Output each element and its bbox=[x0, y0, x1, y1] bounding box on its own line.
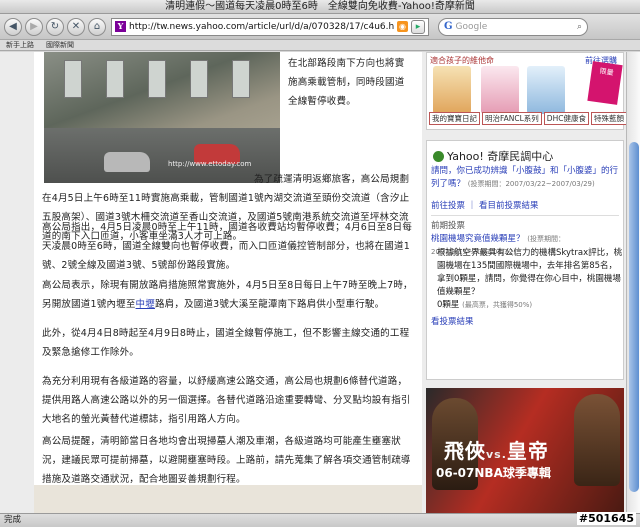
go-icon[interactable]: ▸ bbox=[411, 19, 425, 34]
previous-polls-label: 前期投票 bbox=[431, 221, 466, 231]
page-content: http://www.ettoday.com 在北部路段南下方向也將實施高乘載管… bbox=[0, 52, 626, 513]
product-image bbox=[527, 66, 565, 114]
poll-links: 前往投票 ｜ 看目前投票結果 bbox=[431, 199, 538, 211]
article-paragraph: 高公局指出，4月5日凌晨0時至上午11時，國道各收費站均暫停收費；4月6日至8日… bbox=[42, 222, 413, 271]
poll-title-text: Yahoo! 奇摩民調中心 bbox=[447, 150, 554, 163]
yahoo-favicon-icon: Y bbox=[115, 21, 126, 32]
rss-icon[interactable]: ◉ bbox=[397, 21, 408, 32]
ad-label[interactable]: 特殊藍顏 bbox=[590, 112, 626, 125]
inline-link-zhongli[interactable]: 中壢 bbox=[136, 299, 155, 310]
vote-link[interactable]: 前往投票 bbox=[431, 201, 465, 211]
previous-poll-result: 0顆星 (最高票，共獲得50%) bbox=[437, 299, 532, 312]
vitamin-ad[interactable]: 適合孩子的維他命 前往選購 限量 我的寶寶日記 明治FANCL系列 DHC健康食… bbox=[426, 52, 626, 130]
previous-poll-title-text[interactable]: 桃園機場究竟值幾顆星？ bbox=[431, 234, 525, 244]
sidebar: 適合孩子的維他命 前往選購 限量 我的寶寶日記 明治FANCL系列 DHC健康食… bbox=[426, 52, 626, 513]
window-title: 清明連假～國道每天凌晨0時至6時 全線雙向免收費-Yahoo!奇摩新聞 bbox=[0, 0, 640, 14]
result-value: 0顆星 bbox=[437, 300, 460, 310]
forward-arrow-icon[interactable]: ▶ bbox=[25, 17, 43, 36]
product-image bbox=[433, 66, 471, 114]
toll-station-photo: http://www.ettoday.com bbox=[44, 52, 280, 183]
ad-ribbon: 限量 bbox=[587, 61, 623, 105]
previous-poll-body: 根據航空界最具有公信力的機構Skytrax評比，桃園機場在135間國際機場中，去… bbox=[437, 248, 623, 297]
toll-booth bbox=[148, 60, 166, 98]
link-separator: ｜ bbox=[467, 201, 477, 211]
bookmark-item[interactable]: 新手上路 bbox=[6, 40, 34, 50]
car bbox=[104, 152, 150, 172]
ad-labels: 我的寶寶日記 明治FANCL系列 DHC健康食 特殊藍顏 bbox=[429, 112, 626, 125]
article-paragraph: 為充分利用現有各級道路的容量，以紓緩高速公路交通，高公局也規劃6條替代道路，提供… bbox=[42, 376, 411, 425]
scroll-thumb[interactable] bbox=[629, 142, 639, 492]
article-paragraph: 高公局提醒，清明節當日各地均會出現掃墓人潮及車潮，各級道路均可能產生壅塞狀況，建… bbox=[42, 436, 411, 485]
status-text: 完成 bbox=[4, 515, 22, 525]
search-input[interactable]: G Google ⌕ bbox=[438, 17, 588, 36]
bookmark-item[interactable]: 國際新聞 bbox=[46, 40, 74, 50]
article-paragraph: 高公局表示，除現有開放路肩措施照常實施外，4月5日至8日每日上午7時至晚上7時，… bbox=[42, 276, 414, 314]
image-id-watermark: #501645 bbox=[576, 512, 636, 525]
url-bar[interactable]: Y http://tw.news.yahoo.com/article/url/d… bbox=[111, 17, 429, 36]
search-placeholder: Google bbox=[455, 21, 488, 32]
nba-title-vs: vs. bbox=[486, 448, 507, 461]
stop-icon[interactable]: ✕ bbox=[67, 17, 85, 36]
ad-label[interactable]: 明治FANCL系列 bbox=[482, 112, 542, 125]
toll-booth bbox=[64, 60, 82, 98]
nba-title-b: 皇帝 bbox=[506, 439, 549, 463]
paragraph-text: 路肩，及國道3號大溪至龍潭南下路肩供小型車行駛。 bbox=[154, 299, 385, 310]
photo-watermark: http://www.ettoday.com bbox=[168, 160, 252, 168]
article-footer bbox=[34, 485, 422, 513]
poll-question[interactable]: 請問，你已成功辨識「小腹鼓」和「小腹婆」的行列了嗎？ (投票期間：2007/03… bbox=[431, 165, 621, 191]
poll-question-meta: (投票期間：2007/03/22~2007/03/29) bbox=[467, 180, 595, 188]
toll-booth bbox=[232, 60, 250, 98]
toll-booth bbox=[106, 60, 124, 98]
product-image bbox=[481, 66, 519, 114]
article-body: http://www.ettoday.com 在北部路段南下方向也將實施高乘載管… bbox=[34, 52, 422, 513]
poll-title: Yahoo! 奇摩民調中心 bbox=[433, 148, 553, 164]
result-meta: (最高票，共獲得50%) bbox=[462, 301, 533, 309]
poll-panel: Yahoo! 奇摩民調中心 請問，你已成功辨識「小腹鼓」和「小腹婆」的行列了嗎？… bbox=[426, 140, 624, 380]
google-icon: G bbox=[444, 21, 453, 32]
ad-label[interactable]: DHC健康食 bbox=[543, 112, 589, 125]
url-text[interactable]: http://tw.news.yahoo.com/article/url/d/a… bbox=[129, 22, 394, 32]
article-paragraph: 此外，從4月4日8時起至4月9日8時止，國道全線暫停施工，但不影響主線交通的工程… bbox=[42, 328, 410, 358]
browser-window: 清明連假～國道每天凌晨0時至6時 全線雙向免收費-Yahoo!奇摩新聞 ◀ ▶ … bbox=[0, 0, 640, 527]
results-link[interactable]: 看目前投票結果 bbox=[479, 201, 539, 211]
status-bar: 完成 bbox=[0, 513, 640, 527]
vertical-scrollbar[interactable] bbox=[626, 52, 640, 513]
nba-title-a: 飛俠 bbox=[444, 439, 486, 463]
nba-ad[interactable]: 飛俠vs.皇帝 06-07NBA球季專輯 bbox=[426, 388, 624, 513]
poll-people-icon bbox=[433, 150, 444, 162]
ad-label[interactable]: 我的寶寶日記 bbox=[429, 112, 480, 125]
ad-headline[interactable]: 適合孩子的維他命 bbox=[430, 55, 494, 66]
player-silhouette bbox=[574, 394, 620, 486]
nba-ad-title: 飛俠vs.皇帝 bbox=[444, 435, 549, 464]
article-paragraph: 在北部路段南下方向也將實施高乘載管制，同時段國道全線暫停收費。 bbox=[288, 58, 405, 107]
back-arrow-icon[interactable]: ◀ bbox=[4, 17, 22, 36]
reload-icon[interactable]: ↻ bbox=[46, 17, 64, 36]
poll-divider bbox=[431, 215, 619, 216]
home-icon[interactable]: ⌂ bbox=[88, 17, 106, 36]
browser-toolbar: ◀ ▶ ↻ ✕ ⌂ Y http://tw.news.yahoo.com/art… bbox=[0, 14, 640, 40]
bookmarks-bar: 新手上路 國際新聞 bbox=[0, 40, 640, 51]
view-results-link[interactable]: 看投票結果 bbox=[431, 315, 474, 327]
search-icon[interactable]: ⌕ bbox=[577, 22, 582, 32]
toll-booth bbox=[190, 60, 208, 98]
nba-ad-subtitle: 06-07NBA球季專輯 bbox=[436, 466, 551, 480]
